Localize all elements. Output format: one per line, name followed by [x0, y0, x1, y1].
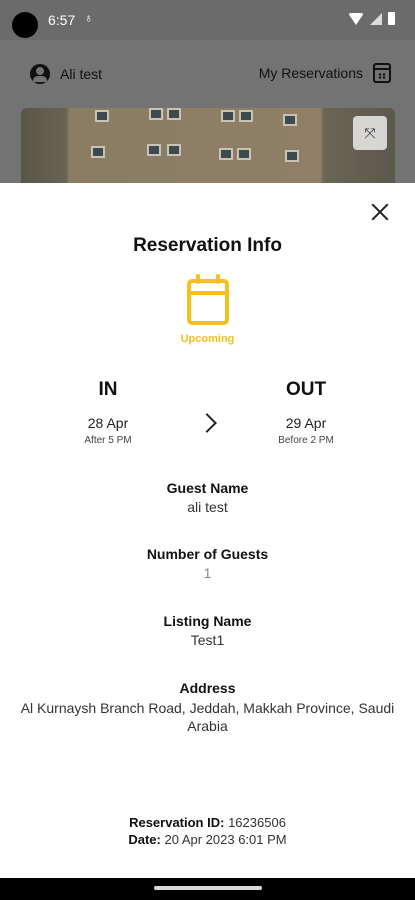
status-time: 6:57: [48, 12, 76, 28]
address-value: Al Kurnaysh Branch Road, Jeddah, Makkah …: [20, 700, 395, 734]
guest-name-label: Guest Name: [166, 480, 249, 496]
fullscreen-button[interactable]: ⤧: [353, 116, 387, 150]
wifi-icon: [348, 12, 364, 25]
calendar-status-icon: [187, 274, 229, 325]
guests-label: Number of Guests: [146, 546, 269, 562]
reservation-date-value: 20 Apr 2023 6:01 PM: [164, 832, 287, 847]
hero-section: ⤧: [0, 108, 415, 183]
status-icons: [348, 12, 395, 25]
address-label: Address: [179, 680, 236, 696]
reservation-date-label: Date:: [128, 832, 161, 847]
my-reservations-label: My Reservations: [258, 65, 363, 81]
listing-value: Test1: [190, 632, 225, 648]
check-out-column: OUT 29 Apr Before 2 PM: [236, 379, 376, 446]
guest-name-field: Guest Name ali test: [0, 480, 415, 515]
check-in-column: IN 28 Apr After 5 PM: [38, 379, 178, 446]
address-field: Address Al Kurnaysh Branch Road, Jeddah,…: [0, 680, 415, 735]
check-in-time: After 5 PM: [84, 435, 132, 446]
camera-cutout: [12, 12, 38, 38]
check-in-label: IN: [98, 379, 118, 400]
check-out-date: 29 Apr: [285, 415, 327, 431]
chevron-right-icon: [197, 413, 217, 433]
check-out-time: Before 2 PM: [278, 435, 334, 446]
status-bar: 6:57 ♁: [0, 0, 415, 40]
listing-field: Listing Name Test1: [0, 613, 415, 648]
listing-photo: ⤧: [21, 108, 395, 183]
battery-icon: [388, 12, 395, 25]
reservation-date-line: Date: 20 Apr 2023 6:01 PM: [0, 831, 415, 848]
my-reservations-button[interactable]: My Reservations: [259, 63, 391, 83]
account-icon: [30, 64, 50, 84]
user-profile-button[interactable]: Ali test: [30, 64, 102, 84]
reservation-footer: Reservation ID: 16236506 Date: 20 Apr 20…: [0, 814, 415, 848]
guests-value: 1: [203, 565, 212, 581]
reservation-status: Upcoming: [180, 333, 235, 345]
signal-icon: [370, 12, 382, 25]
user-name: Ali test: [60, 66, 103, 82]
reservation-info-sheet: Reservation Info Upcoming IN 28 Apr Afte…: [0, 183, 415, 878]
calendar-icon: [373, 63, 391, 83]
check-in-date: 28 Apr: [87, 415, 129, 431]
expand-icon: ⤧: [364, 124, 376, 141]
guests-field: Number of Guests 1: [0, 546, 415, 581]
app-header: Ali test My Reservations: [0, 40, 415, 108]
check-out-label: OUT: [285, 379, 327, 400]
sheet-title: Reservation Info: [133, 235, 282, 256]
reservation-id-value: 16236506: [228, 815, 286, 830]
notification-icon: ♁: [84, 11, 93, 25]
guest-name-value: ali test: [187, 499, 228, 515]
close-button[interactable]: [371, 203, 389, 221]
listing-label: Listing Name: [163, 613, 252, 629]
home-gesture-handle[interactable]: [154, 886, 262, 890]
reservation-id-line: Reservation ID: 16236506: [0, 814, 415, 831]
system-nav-bar: [0, 878, 415, 900]
reservation-id-label: Reservation ID:: [129, 815, 225, 830]
